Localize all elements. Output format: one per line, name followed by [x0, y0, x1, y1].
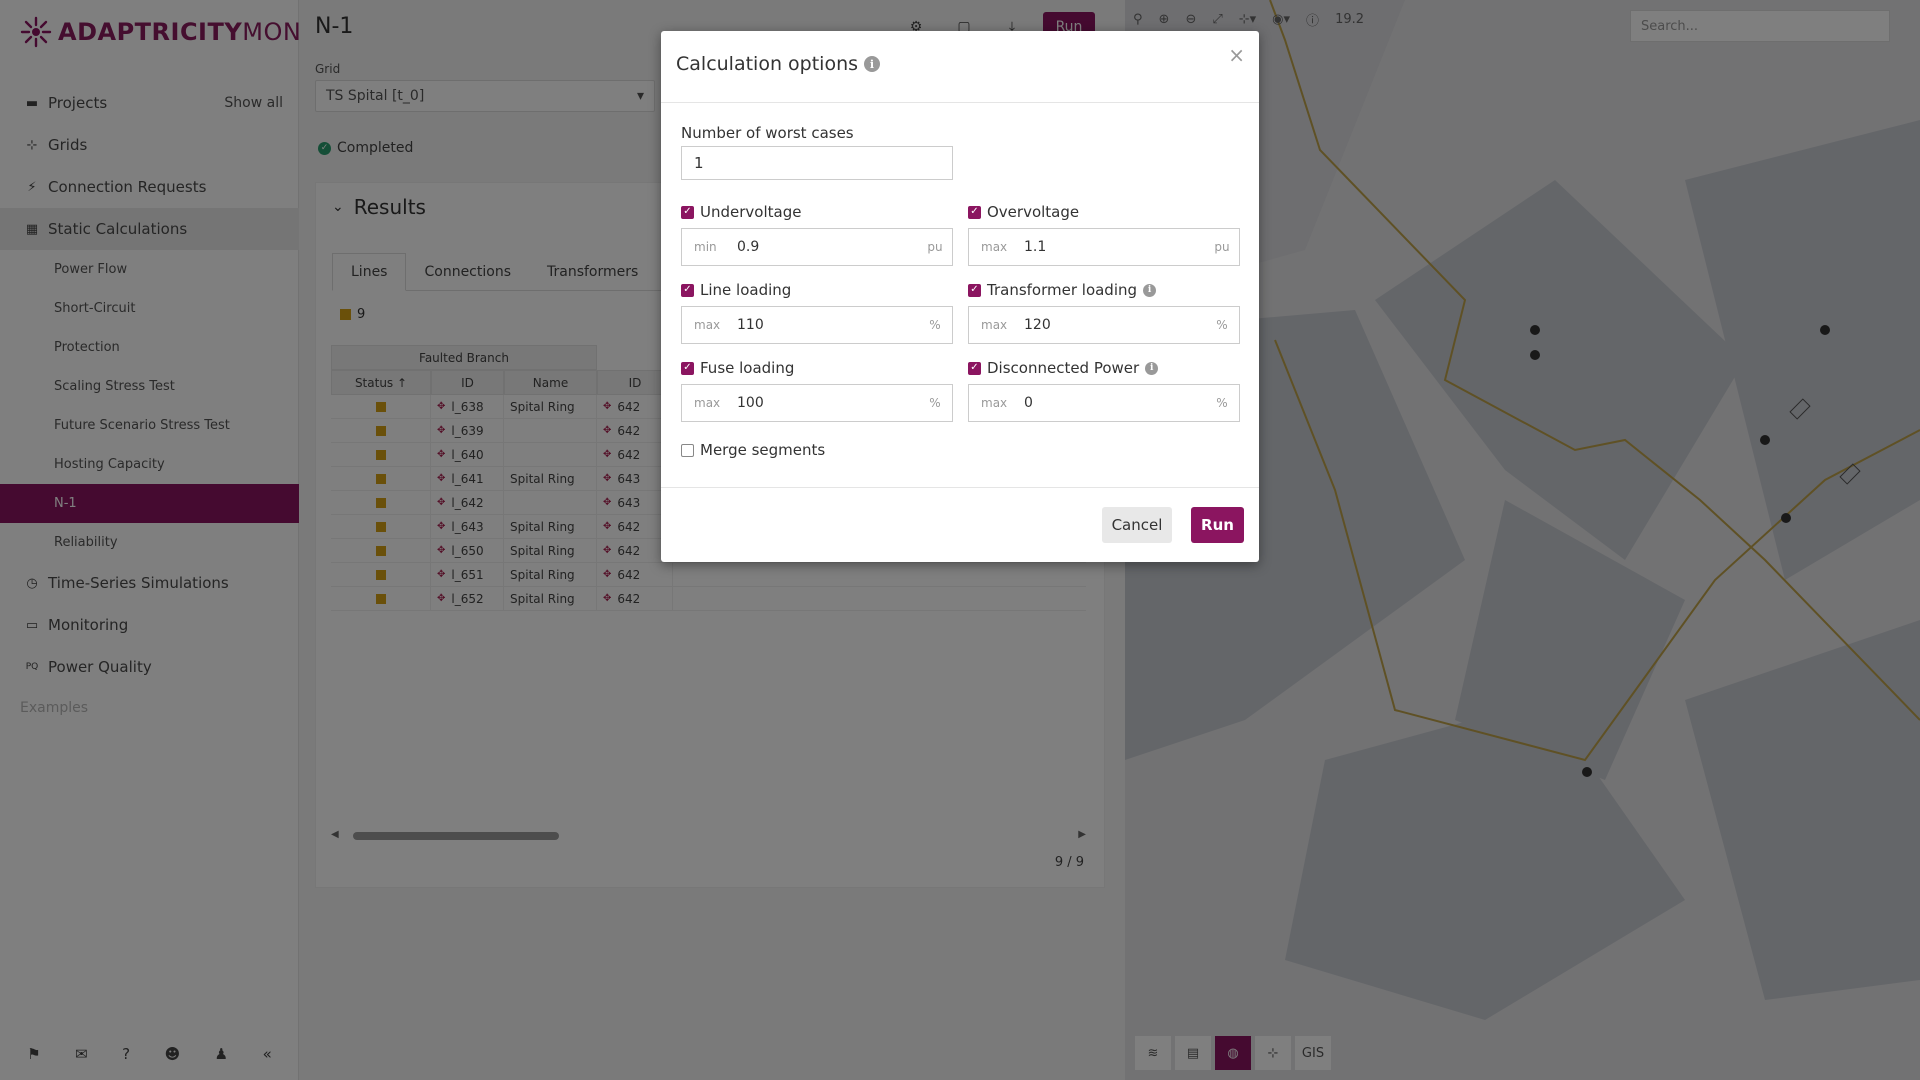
fuse-loading-input[interactable]: max 100 % — [681, 384, 953, 422]
line-loading-input[interactable]: max 110 % — [681, 306, 953, 344]
option-disconnected-power: ✓ Disconnected Power i max 0 % — [968, 358, 1240, 422]
undervoltage-checkbox[interactable]: ✓ — [681, 205, 694, 219]
calculation-options-dialog: Calculation options i × Number of worst … — [661, 31, 1259, 562]
run-button[interactable]: Run — [1191, 507, 1244, 543]
options-grid: ✓ Undervoltage min 0.9 pu ✓ Overvoltage … — [681, 202, 1240, 422]
merge-segments-checkbox[interactable] — [681, 443, 694, 457]
option-fuse-loading: ✓ Fuse loading max 100 % — [681, 358, 953, 422]
line-loading-checkbox[interactable]: ✓ — [681, 283, 694, 297]
info-icon[interactable]: i — [1143, 283, 1157, 297]
option-merge-segments: Merge segments — [681, 440, 1239, 460]
undervoltage-input[interactable]: min 0.9 pu — [681, 228, 953, 266]
info-icon[interactable]: i — [864, 56, 881, 72]
disconnected-power-input[interactable]: max 0 % — [968, 384, 1240, 422]
option-transformer-loading: ✓ Transformer loading i max 120 % — [968, 280, 1240, 344]
dialog-footer: Cancel Run — [661, 487, 1259, 562]
dialog-body: Number of worst cases 1 ✓ Undervoltage m… — [681, 124, 1240, 460]
overvoltage-input[interactable]: max 1.1 pu — [968, 228, 1240, 266]
disconnected-power-checkbox[interactable]: ✓ — [968, 361, 981, 375]
overvoltage-checkbox[interactable]: ✓ — [968, 205, 981, 219]
dialog-header: Calculation options i × — [661, 31, 1259, 103]
option-undervoltage: ✓ Undervoltage min 0.9 pu — [681, 202, 953, 266]
info-icon[interactable]: i — [1145, 361, 1159, 375]
option-line-loading: ✓ Line loading max 110 % — [681, 280, 953, 344]
transformer-loading-checkbox[interactable]: ✓ — [968, 283, 981, 297]
worst-cases-label: Number of worst cases — [681, 124, 854, 142]
transformer-loading-input[interactable]: max 120 % — [968, 306, 1240, 344]
fuse-loading-checkbox[interactable]: ✓ — [681, 361, 694, 375]
option-overvoltage: ✓ Overvoltage max 1.1 pu — [968, 202, 1240, 266]
close-icon[interactable]: × — [1228, 43, 1245, 67]
cancel-button[interactable]: Cancel — [1102, 507, 1172, 543]
worst-cases-input[interactable]: 1 — [681, 146, 953, 180]
dialog-title: Calculation options i — [676, 53, 881, 75]
